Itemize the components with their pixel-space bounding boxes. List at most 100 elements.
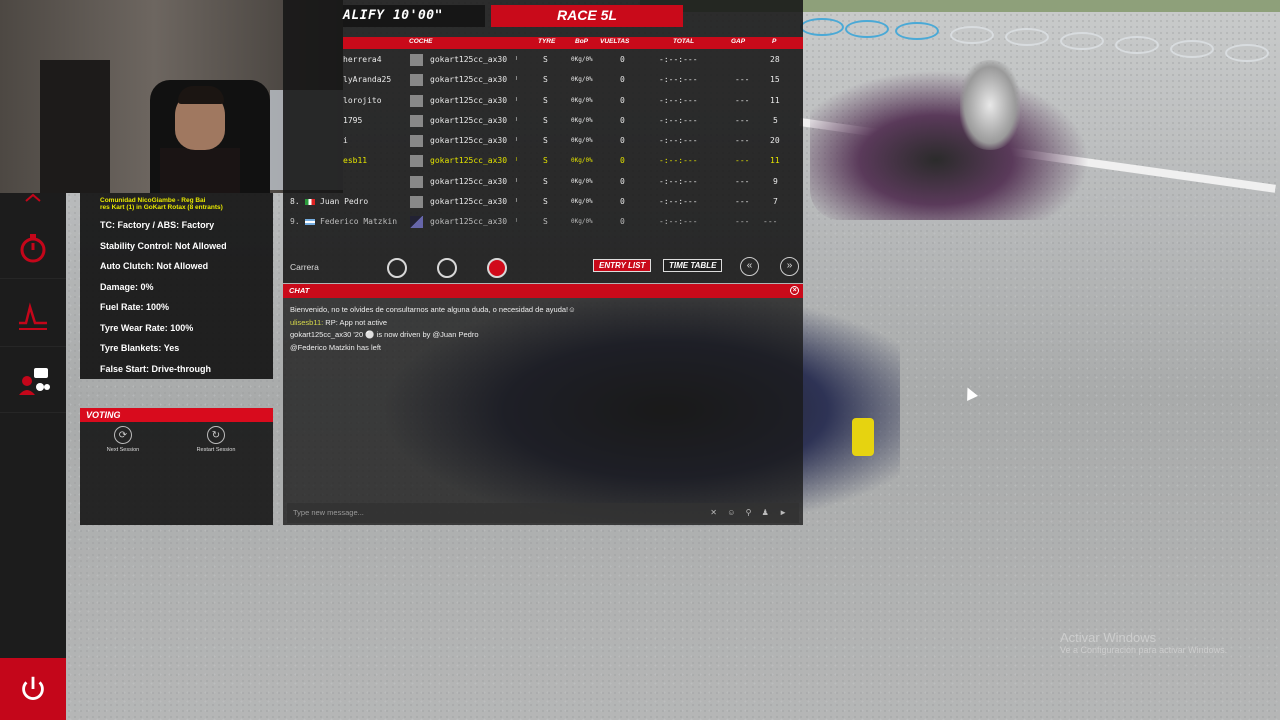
car-thumbnail [410,74,423,86]
stopwatch-app-button[interactable] [0,217,66,279]
row-driver: Federico Matzkin [320,217,398,226]
chat-toolbar-icons[interactable]: ✕ ☺ ⚲ ♟ ► [710,508,791,517]
row-tyre: S [543,136,548,145]
row-gap: --- [735,116,750,125]
server-info-panel: Comunidad NicoGiambe - Reg Bai res Kart … [80,193,273,379]
chat-message-input[interactable]: Type new message... ✕ ☺ ⚲ ♟ ► [287,503,799,523]
race-session-label: RACE 5L [491,5,683,27]
row-laps: 0 [620,156,625,165]
server-name: Comunidad NicoGiambe - Reg Bai res Kart … [100,197,223,211]
row-car-badge: ⁾ [514,96,519,105]
info-tyre-wear: Tyre Wear Rate: 100% [100,322,194,333]
row-points: --- [763,217,778,226]
row-driver: Juan Pedro [320,197,369,206]
admin-chat-icon [19,367,50,395]
standings-row[interactable]: 9. Federico Matzkin gokart125cc_ax30 ⁾ S… [283,212,803,232]
row-driver: lorojito [343,96,382,105]
row-car: gokart125cc_ax30 [430,55,508,64]
chat-message: gokart125cc_ax30 '20 ⚪ is now driven by … [290,330,479,339]
sidebar-top-tab[interactable] [0,193,66,211]
row-car-badge: ⁾ [514,75,519,84]
row-car-badge: ⁾ [514,55,519,64]
streamer-hair [178,86,224,104]
next-page-button[interactable]: » [780,257,799,276]
info-fuel-rate: Fuel Rate: 100% [100,302,170,313]
row-gap: --- [735,136,750,145]
opponent-kart [810,70,1090,220]
row-tyre: S [543,177,548,186]
car-thumbnail [410,135,423,147]
telemetry-icon [19,301,47,330]
car-thumbnail [410,216,423,228]
row-laps: 0 [620,197,625,206]
row-points: 15 [770,75,780,84]
row-gap: --- [735,177,750,186]
vote-next-icon: ⟳ [114,426,132,444]
chat-panel: CHAT × Bienvenido, no te olvides de cons… [283,284,803,525]
row-laps: 0 [620,217,625,226]
car-thumbnail [410,95,423,107]
standings-tabs-bar: Carrera [283,254,803,280]
col-tyre: TYRE [538,38,556,45]
row-car-badge: ⁾ [514,177,519,186]
standings-row[interactable]: gokart125cc_ax30 ⁾ S 0Kg/0% 0 -:--:--- -… [283,172,803,192]
row-bop: 0Kg/0% [571,178,593,185]
row-bop: 0Kg/0% [571,137,593,144]
standings-row[interactable]: 8. Juan Pedro gokart125cc_ax30 ⁾ S 0Kg/0… [283,192,803,212]
session-tab-qualify[interactable] [437,258,457,278]
entry-list-button[interactable]: ENTRY LIST [593,259,652,272]
row-total: -:--:--- [659,136,698,145]
standings-row[interactable]: lyAranda25 gokart125cc_ax30 ⁾ S 0Kg/0% 0… [283,70,803,90]
standings-row[interactable]: i gokart125cc_ax30 ⁾ S 0Kg/0% 0 -:--:---… [283,131,803,151]
row-tyre: S [543,116,548,125]
chat-title: CHAT [289,286,310,295]
row-bop: 0Kg/0% [571,157,593,164]
standings-row[interactable]: herrera4 gokart125cc_ax30 ⁾ S 0Kg/0% 0 -… [283,50,803,70]
row-bop: 0Kg/0% [571,76,593,83]
row-bop: 0Kg/0% [571,218,593,225]
standings-column-header: COCHE TYRE BoP VUELTAS TOTAL GAP P [343,37,803,49]
prev-page-button[interactable]: « [740,257,759,276]
row-gap: --- [735,96,750,105]
vote-restart-session-button[interactable]: ↻ Restart Session [181,426,251,453]
row-tyre: S [543,96,548,105]
row-total: -:--:--- [659,96,698,105]
row-laps: 0 [620,96,625,105]
session-tab-race[interactable] [487,258,507,278]
info-tyre-blankets: Tyre Blankets: Yes [100,343,180,354]
row-tyre: S [543,197,548,206]
chat-message: @Federico Matzkin has left [290,342,381,352]
row-points: 20 [770,136,780,145]
power-button[interactable] [0,658,66,720]
standings-row[interactable]: lorojito gokart125cc_ax30 ⁾ S 0Kg/0% 0 -… [283,91,803,111]
standings-row-player[interactable]: esb11 gokart125cc_ax30 ⁾ S 0Kg/0% 0 -:--… [283,151,803,171]
chat-title-bar: CHAT × [283,284,803,298]
vote-next-session-button[interactable]: ⟳ Next Session [88,426,158,453]
car-thumbnail [410,54,423,66]
row-car-badge: ⁾ [514,116,519,125]
row-car-badge: ⁾ [514,136,519,145]
row-total: -:--:--- [659,55,698,64]
carrera-label: Carrera [290,262,319,272]
session-tab-practice[interactable] [387,258,407,278]
admin-chat-app-button[interactable] [0,351,66,413]
row-total: -:--:--- [659,217,698,226]
row-tyre: S [543,156,548,165]
row-car-badge: ⁾ [514,197,519,206]
time-table-button[interactable]: TIME TABLE [663,259,723,272]
row-laps: 0 [620,75,625,84]
row-total: -:--:--- [659,116,698,125]
car-thumbnail [410,196,423,208]
row-driver: herrera4 [343,55,382,64]
row-points: 5 [773,116,778,125]
row-total: -:--:--- [659,197,698,206]
close-icon[interactable]: × [790,286,799,295]
col-p: P [772,38,777,45]
col-gap: GAP [731,38,746,45]
row-car: gokart125cc_ax30 [430,116,508,125]
standings-row[interactable]: 1795 gokart125cc_ax30 ⁾ S 0Kg/0% 0 -:--:… [283,111,803,131]
row-points: 9 [773,177,778,186]
row-total: -:--:--- [659,177,698,186]
telemetry-app-button[interactable] [0,285,66,347]
windows-activation-watermark: Activar Windows Ve a Configuración para … [1060,630,1228,655]
